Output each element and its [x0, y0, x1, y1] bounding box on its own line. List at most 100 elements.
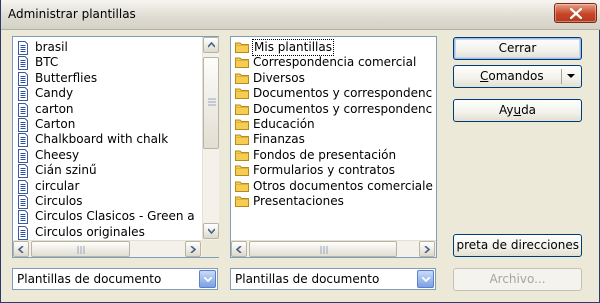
list-item-label: Documentos y correspondenc — [253, 101, 433, 116]
commands-button[interactable]: Comandos — [453, 65, 582, 88]
document-icon — [18, 118, 28, 132]
list-item-label: brasil — [35, 40, 68, 54]
folder-icon — [235, 42, 249, 53]
folder-icon — [235, 57, 249, 69]
list-item-label: BTC — [35, 55, 59, 70]
document-icon — [18, 71, 28, 86]
list-item-label: Correspondencia comercial — [253, 55, 417, 70]
scroll-thumb[interactable] — [31, 241, 130, 257]
document-icon — [18, 164, 28, 179]
document-icon — [18, 41, 28, 55]
folder-icon — [235, 165, 249, 177]
grip-icon — [208, 98, 216, 106]
list-item-label: Chalkboard with chalk — [35, 132, 169, 147]
title-bar[interactable]: Administrar plantillas — [1, 0, 600, 30]
document-icon — [18, 133, 28, 148]
document-icon — [18, 179, 28, 194]
folder-icon — [235, 103, 249, 119]
list-item-label: Candy — [35, 86, 74, 101]
window-title: Administrar plantillas — [8, 7, 136, 21]
file-button[interactable]: Archivo... — [453, 268, 582, 291]
right-list-items: Mis plantillas Correspondencia comercial D… — [231, 38, 436, 241]
document-icon — [18, 56, 28, 71]
list-item-label: Formularios y contratos — [253, 163, 395, 178]
arrow-up-icon — [208, 42, 215, 48]
document-icon — [18, 210, 28, 225]
list-item-label: Cheesy — [35, 147, 80, 162]
scroll-up-button[interactable] — [203, 37, 219, 53]
left-template-type-select[interactable]: Plantillas de documento — [12, 268, 218, 290]
folder-icon — [235, 41, 249, 57]
chevron-down-icon — [204, 277, 212, 282]
document-icon — [18, 225, 28, 240]
scroll-thumb[interactable] — [203, 57, 219, 149]
scroll-right-button[interactable] — [185, 241, 201, 257]
scroll-left-button[interactable] — [231, 241, 247, 257]
document-icon — [18, 87, 28, 102]
folder-icon — [235, 88, 249, 100]
left-vertical-scrollbar[interactable] — [202, 37, 219, 240]
close-button-label: Cerrar — [498, 41, 537, 55]
list-item-label: Otros documentos comerciale — [253, 178, 433, 193]
address-book-button-label: preta de direcciones — [456, 238, 579, 252]
scroll-corner — [202, 240, 219, 257]
split-separator — [561, 69, 562, 84]
list-item-label: Educación — [253, 117, 315, 131]
help-button[interactable]: Ayuda — [453, 99, 582, 122]
document-icon — [18, 195, 28, 209]
left-list-items: brasil BTC Butterflies Candy carton Carton Cha… — [13, 38, 202, 241]
document-icon — [18, 102, 28, 117]
list-item-label: Circulos originales — [35, 224, 145, 239]
dropdown-button[interactable] — [417, 270, 434, 288]
folder-icon — [235, 195, 249, 211]
list-item-label: Presentaciones — [253, 194, 344, 208]
select-value: Plantillas de documento — [235, 272, 380, 286]
document-icon — [18, 148, 28, 163]
folder-icon — [235, 118, 249, 134]
folder-icon — [235, 87, 249, 103]
close-button[interactable]: Cerrar — [453, 37, 582, 60]
folder-icon — [235, 181, 249, 192]
arrow-left-icon — [18, 246, 24, 253]
list-item-label: Diversos — [253, 70, 305, 85]
list-item-label: carton — [35, 101, 74, 116]
list-item-label: Circulos — [35, 194, 83, 208]
chevron-down-icon[interactable] — [567, 74, 575, 79]
scroll-down-button[interactable] — [203, 223, 219, 239]
scroll-right-button[interactable] — [419, 241, 435, 257]
folder-icon — [235, 56, 249, 72]
left-template-list[interactable]: brasil BTC Butterflies Candy carton Carton Cha… — [12, 36, 219, 258]
arrow-down-icon — [208, 228, 215, 234]
grip-icon — [77, 246, 85, 254]
folder-icon — [235, 164, 249, 180]
folder-icon — [235, 133, 249, 149]
address-book-button[interactable]: preta de direcciones — [453, 234, 582, 257]
list-item-label: Circulos Clasicos - Green a — [35, 209, 195, 224]
folder-icon — [235, 180, 249, 196]
folder-icon — [235, 134, 249, 146]
list-item-label: Butterflies — [35, 70, 98, 85]
folder-icon — [235, 72, 249, 88]
document-icon — [17, 225, 29, 241]
folder-icon — [235, 149, 249, 165]
list-item-label: Mis plantillas — [252, 39, 334, 56]
right-horizontal-scrollbar[interactable] — [231, 240, 436, 257]
list-item-label: Cián szinű — [35, 163, 97, 178]
list-item-label: Carton — [35, 117, 76, 131]
left-horizontal-scrollbar[interactable] — [13, 240, 202, 257]
right-category-list[interactable]: Mis plantillas Correspondencia comercial D… — [230, 36, 437, 258]
arrow-right-icon — [190, 246, 196, 253]
folder-icon — [235, 196, 249, 207]
scroll-thumb[interactable] — [249, 241, 397, 257]
dropdown-button[interactable] — [199, 270, 216, 288]
right-template-type-select[interactable]: Plantillas de documento — [230, 268, 436, 290]
arrow-left-icon — [236, 246, 242, 253]
folder-icon — [235, 150, 249, 161]
list-item-label: Fondos de presentación — [253, 147, 397, 162]
folder-icon — [235, 73, 249, 84]
close-icon — [570, 8, 582, 19]
list-item-label: circular — [35, 178, 80, 193]
help-button-label: Ayuda — [498, 103, 537, 117]
close-window-button[interactable] — [554, 3, 597, 23]
scroll-left-button[interactable] — [13, 241, 29, 257]
